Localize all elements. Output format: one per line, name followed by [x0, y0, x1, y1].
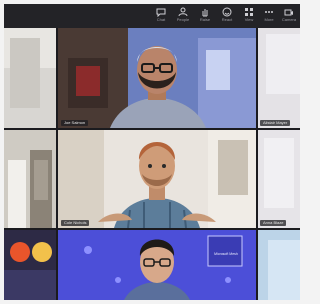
- top-right-video: [258, 28, 300, 128]
- smile-icon: [222, 7, 232, 17]
- people-button[interactable]: People: [174, 7, 192, 25]
- meeting-toolbar: Chat People Raise React View More Camera: [4, 4, 300, 28]
- meeting-window: Chat People Raise React View More Camera: [4, 4, 300, 300]
- raise-label: Raise: [199, 17, 211, 22]
- top-left-video: [4, 28, 56, 128]
- avatar-plaid-shirt-scene: [58, 130, 256, 228]
- more-button[interactable]: More: [260, 7, 278, 25]
- people-icon: [178, 7, 188, 17]
- video-tile-mid-center[interactable]: Cole Nichols: [58, 130, 256, 228]
- view-label: View: [244, 17, 254, 22]
- mid-left-video: [4, 130, 56, 228]
- hand-icon: [202, 9, 208, 17]
- camera-label: Camera: [281, 17, 297, 22]
- video-tile-bottom-left[interactable]: [4, 230, 56, 300]
- view-button[interactable]: View: [240, 7, 258, 25]
- more-label: More: [264, 17, 274, 22]
- people-label: People: [176, 17, 190, 22]
- bottom-left-video: [4, 230, 56, 300]
- camera-button[interactable]: Camera: [280, 7, 298, 25]
- more-icon: [265, 11, 273, 13]
- react-label: React: [221, 17, 233, 22]
- chat-icon: [156, 8, 166, 17]
- chat-button[interactable]: Chat: [152, 7, 170, 25]
- participant-name-top-center: Joe Salmon: [61, 120, 89, 126]
- video-tile-bottom-center[interactable]: Microsoft Mesh: [58, 230, 256, 300]
- video-tile-bottom-right[interactable]: [258, 230, 300, 300]
- participant-name-top-right: Alistair Mayer: [260, 120, 291, 126]
- participant-name-mid-center: Cole Nichols: [61, 220, 90, 226]
- raise-hand-button[interactable]: Raise: [196, 7, 214, 25]
- grid-icon: [245, 8, 253, 16]
- mid-right-video: [258, 130, 300, 228]
- avatar-bearded-man-scene: [58, 28, 256, 128]
- camera-icon: [284, 9, 293, 16]
- avatar-glasses-scene: [58, 230, 256, 300]
- video-tile-top-right[interactable]: Alistair Mayer: [258, 28, 300, 128]
- video-tile-mid-left[interactable]: [4, 130, 56, 228]
- participant-name-mid-right: Anna Blaze: [260, 220, 287, 226]
- video-tile-top-center[interactable]: Joe Salmon: [58, 28, 256, 128]
- react-button[interactable]: React: [218, 7, 236, 25]
- video-tile-top-left[interactable]: [4, 28, 56, 128]
- video-tile-mid-right[interactable]: Anna Blaze: [258, 130, 300, 228]
- slide-text: Microsoft Mesh: [214, 252, 238, 256]
- bottom-right-video: [258, 230, 300, 300]
- chat-label: Chat: [156, 17, 166, 22]
